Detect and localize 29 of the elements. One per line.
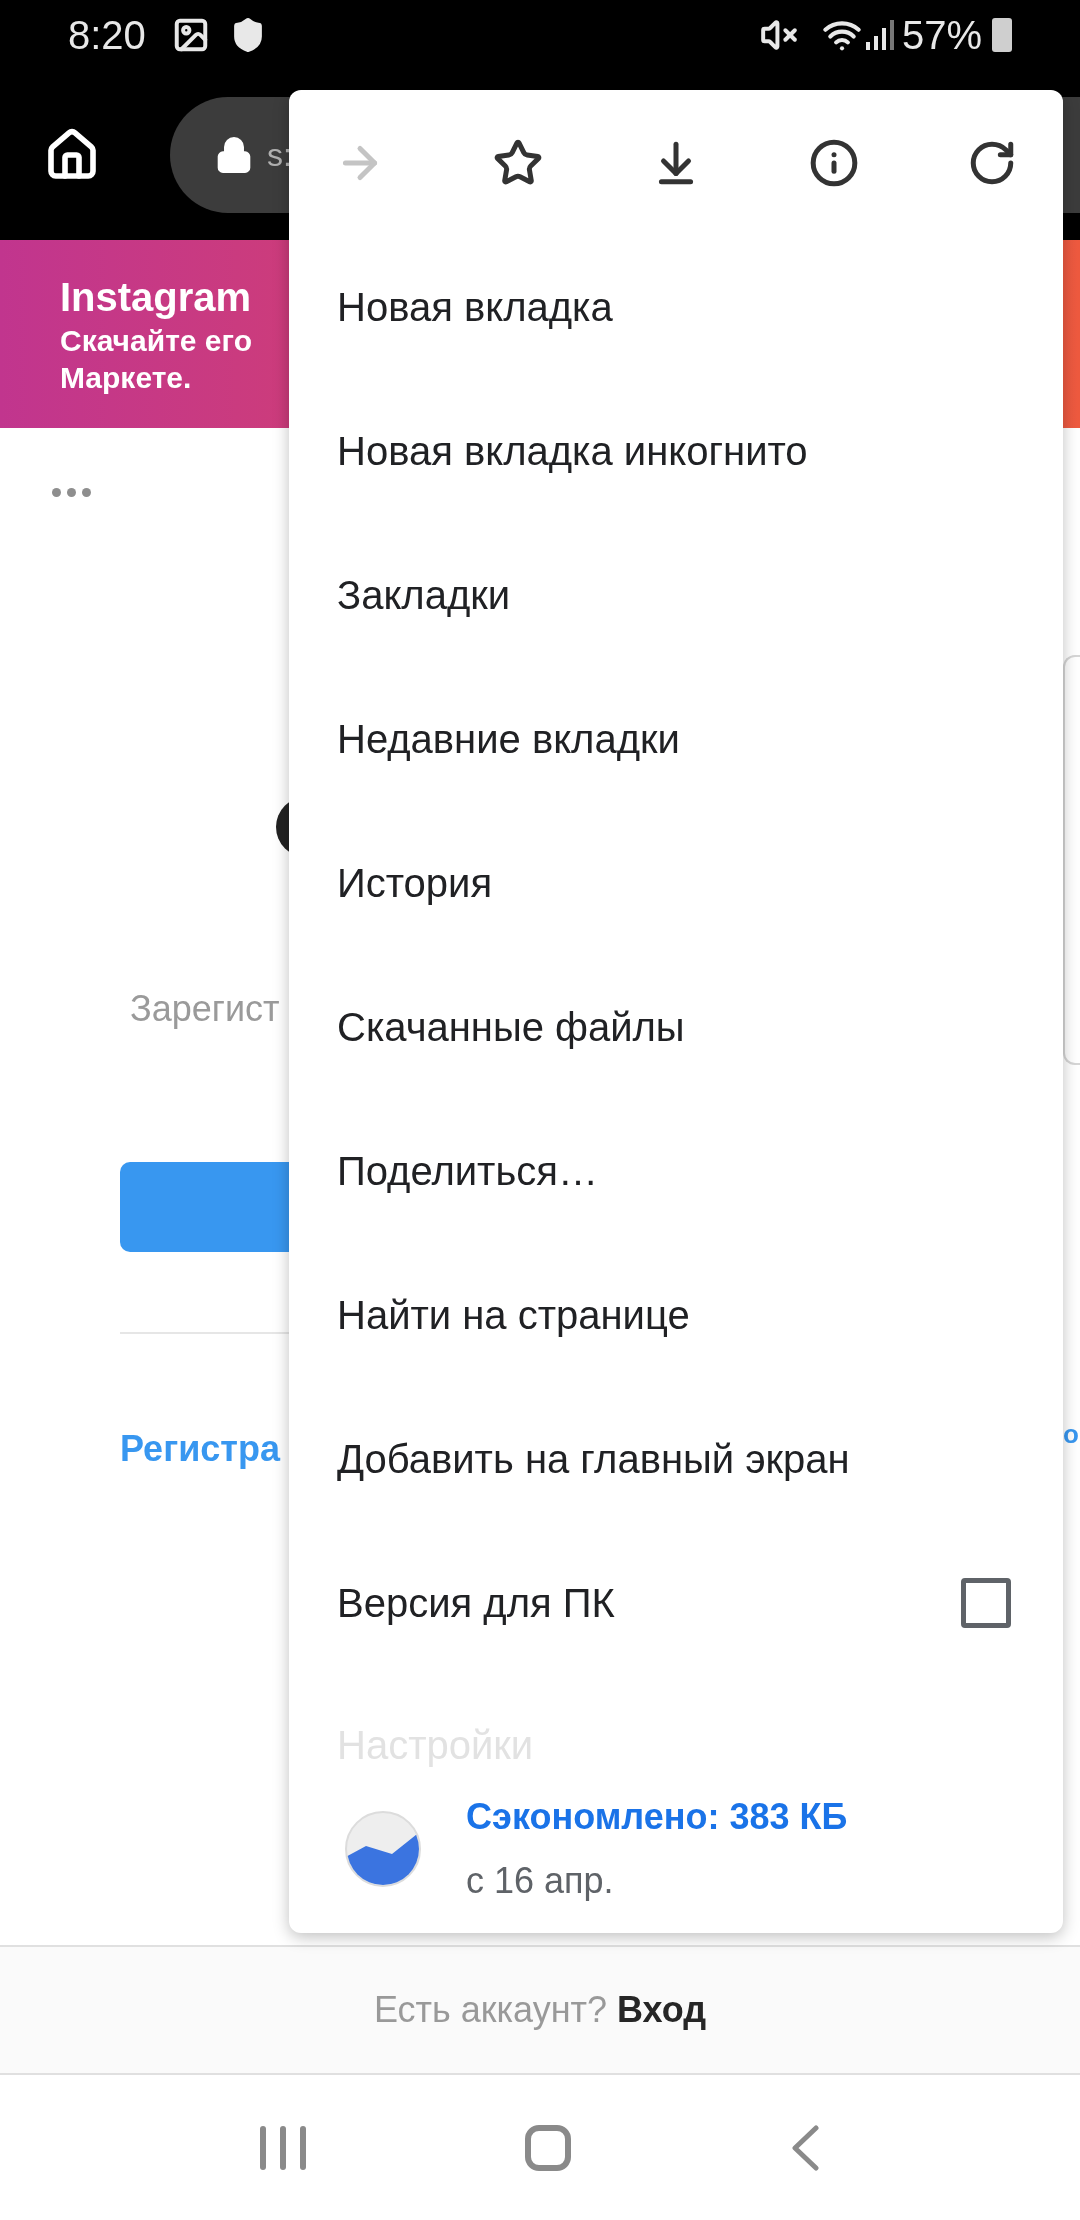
menu-item[interactable]: Закладки xyxy=(289,523,1063,667)
signup-text: Зарегист xyxy=(130,987,281,1031)
signal-icon xyxy=(865,20,894,50)
login-link[interactable]: Вход xyxy=(617,1983,707,2037)
menu-item[interactable]: Поделиться… xyxy=(289,1099,1063,1243)
menu-item[interactable]: История xyxy=(289,811,1063,955)
banner-text: Скачайте его xyxy=(60,322,252,359)
menu-item[interactable]: Новая вкладка xyxy=(289,235,1063,379)
login-prompt: Есть аккаунт? xyxy=(373,1988,608,2032)
banner-text: Маркете. xyxy=(60,360,192,396)
banner-title: Instagram xyxy=(60,273,252,321)
battery-icon xyxy=(992,18,1012,52)
savings-date: с 16 апр. xyxy=(466,1859,615,1903)
home-nav-icon[interactable] xyxy=(525,2124,571,2171)
menu-item[interactable]: Версия для ПК xyxy=(337,1573,615,1633)
back-icon[interactable] xyxy=(790,2124,821,2171)
lock-icon xyxy=(215,136,253,174)
menu-item[interactable]: Добавить на главный экран xyxy=(289,1387,1063,1531)
menu-item[interactable]: Новая вкладка инкогнито xyxy=(289,379,1063,523)
info-icon[interactable] xyxy=(809,137,859,188)
recents-icon[interactable] xyxy=(259,2125,306,2170)
menu-item[interactable]: Скачанные файлы xyxy=(289,955,1063,1099)
data-saver-icon xyxy=(344,1810,422,1888)
menu-item[interactable]: Найти на странице xyxy=(289,1243,1063,1387)
battery-percent: 57% xyxy=(901,12,982,59)
menu-item[interactable]: Недавние вкладки xyxy=(289,667,1063,811)
checkbox[interactable] xyxy=(961,1578,1011,1628)
status-time: 8:20 xyxy=(68,12,146,59)
savings-title[interactable]: Сэкономлено: 383 КБ xyxy=(466,1790,848,1844)
